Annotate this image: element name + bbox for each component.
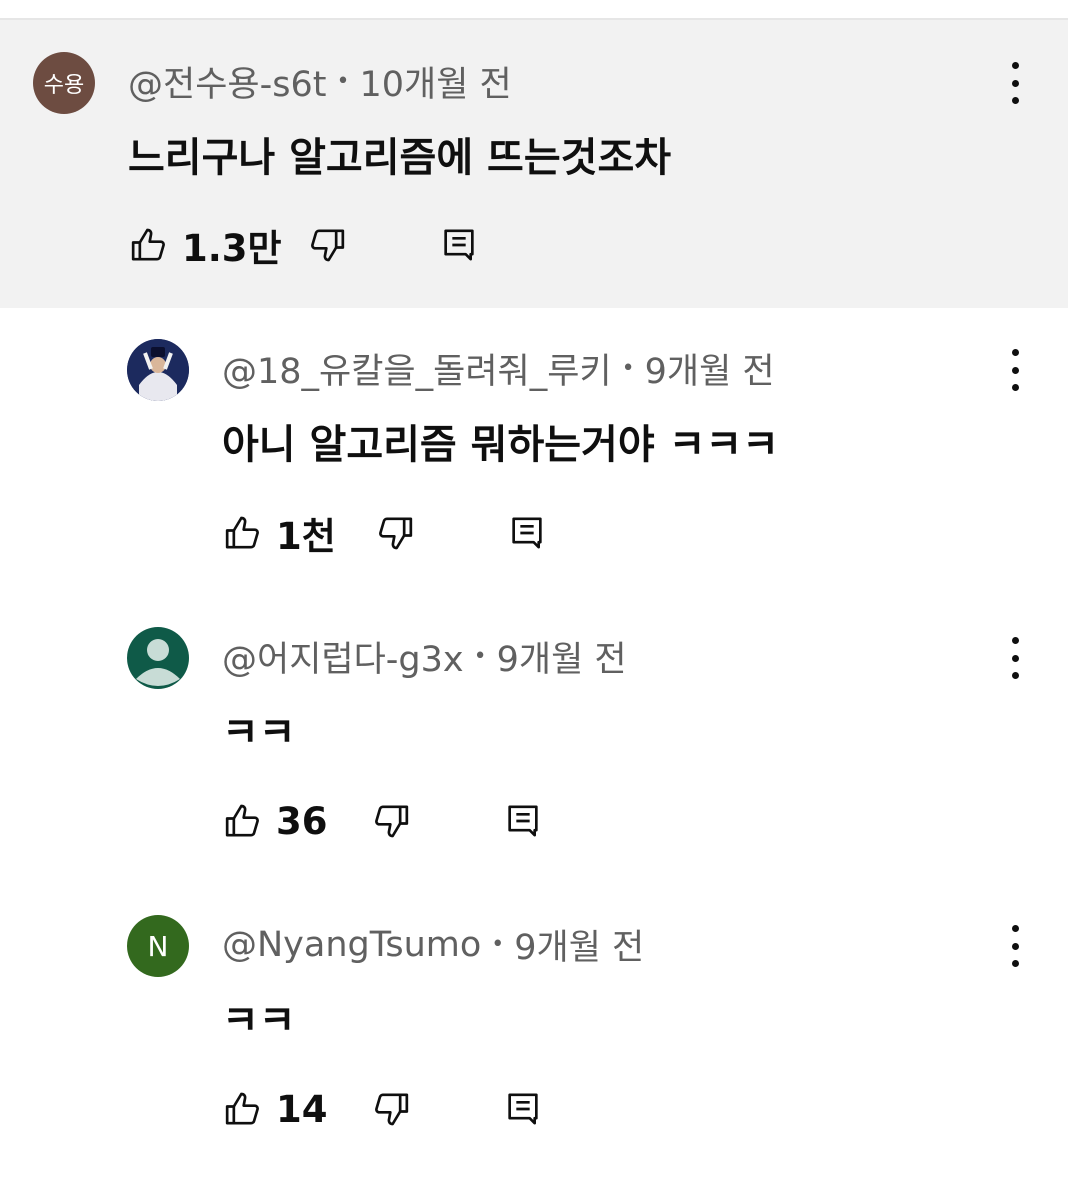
meta-separator: •: [621, 356, 635, 381]
comment-time[interactable]: 9개월 전: [497, 631, 627, 682]
comment-time[interactable]: 10개월 전: [359, 56, 511, 107]
dislike-button[interactable]: [368, 1086, 414, 1132]
author-handle[interactable]: @전수용-s6t: [128, 56, 326, 107]
comment-meta: @어지럽다-g3x • 9개월 전: [222, 631, 627, 682]
like-count: 14: [276, 1087, 328, 1131]
thumb-down-icon: [310, 229, 344, 262]
like-count: 1.3만: [182, 227, 282, 270]
comment-time[interactable]: 9개월 전: [645, 343, 775, 394]
more-vert-icon[interactable]: [1000, 349, 1030, 391]
meta-separator: •: [336, 69, 350, 94]
thumb-down-icon: [374, 1093, 408, 1126]
like-button[interactable]: [220, 1086, 266, 1132]
comment-text: ㅋㅋ: [222, 710, 296, 756]
more-vert-icon[interactable]: [1000, 925, 1030, 967]
reply-button[interactable]: [500, 798, 546, 844]
like-button[interactable]: [220, 510, 266, 556]
avatar[interactable]: [127, 339, 189, 401]
more-vert-icon[interactable]: [1000, 637, 1030, 679]
comment-meta: @NyangTsumo • 9개월 전: [222, 919, 644, 970]
avatar[interactable]: [127, 627, 189, 689]
like-button[interactable]: [126, 222, 172, 268]
like-count: 36: [276, 799, 328, 843]
comment-actions: 1천: [220, 508, 550, 558]
avatar-initials: N: [147, 929, 169, 963]
author-handle[interactable]: @어지럽다-g3x: [222, 631, 464, 682]
like-button[interactable]: [220, 798, 266, 844]
reply-icon: [507, 805, 538, 837]
thumb-up-icon: [225, 804, 259, 837]
avatar-initials: 수용: [43, 73, 85, 98]
reply-icon: [507, 1093, 538, 1125]
dislike-button[interactable]: [368, 798, 414, 844]
thumb-up-icon: [225, 516, 259, 549]
meta-separator: •: [473, 644, 487, 669]
comment-text: ㅋㅋ: [222, 998, 296, 1044]
comment-meta: @18_유칼을_돌려줘_루키 • 9개월 전: [222, 343, 775, 394]
thumb-up-icon: [131, 228, 165, 261]
reply-button[interactable]: [436, 222, 482, 268]
thumb-up-icon: [225, 1092, 259, 1125]
avatar[interactable]: 수용: [33, 52, 95, 114]
default-person-icon: [136, 639, 180, 686]
top-divider: [0, 0, 1068, 20]
avatar-photo-icon: [127, 339, 189, 401]
comment-actions: 14: [220, 1084, 546, 1134]
author-handle[interactable]: @NyangTsumo: [222, 925, 481, 965]
reply-button[interactable]: [500, 1086, 546, 1132]
comment-actions: 1.3만: [126, 220, 482, 270]
like-count: 1천: [276, 515, 336, 558]
comment-text: 아니 알고리즘 뭐하는거야 ㅋㅋㅋ: [222, 422, 779, 468]
author-handle[interactable]: @18_유칼을_돌려줘_루키: [222, 343, 612, 394]
comment-actions: 36: [220, 796, 546, 846]
comment-text: 느리구나 알고리즘에 뜨는것조차: [128, 135, 672, 181]
thumb-down-icon: [378, 517, 412, 550]
more-vert-icon[interactable]: [1000, 62, 1030, 104]
dislike-button[interactable]: [304, 222, 350, 268]
avatar[interactable]: N: [127, 915, 189, 977]
meta-separator: •: [491, 932, 505, 957]
thumb-down-icon: [374, 805, 408, 838]
comment-meta: @전수용-s6t • 10개월 전: [128, 56, 512, 107]
comment-time[interactable]: 9개월 전: [514, 919, 644, 970]
reply-icon: [443, 229, 474, 261]
dislike-button[interactable]: [372, 510, 418, 556]
reply-button[interactable]: [504, 510, 550, 556]
reply-icon: [512, 517, 542, 549]
